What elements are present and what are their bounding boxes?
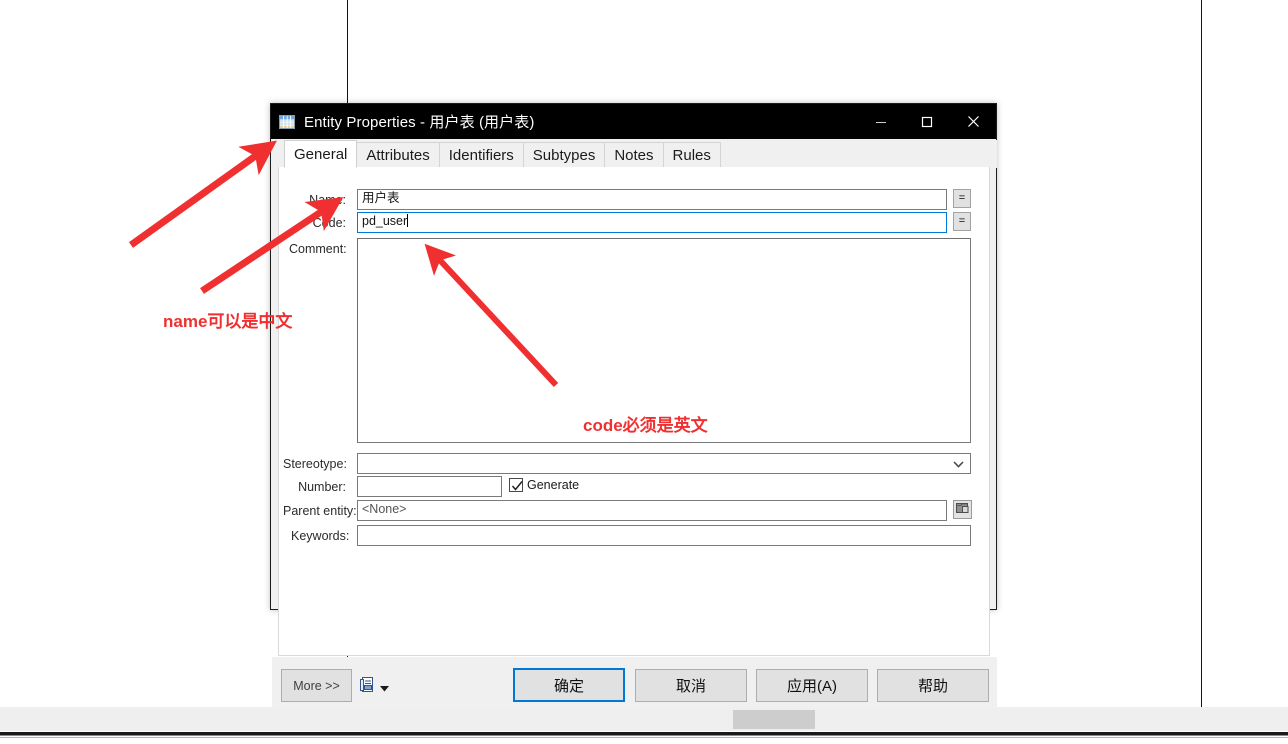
code-label: Code:: [312, 216, 346, 230]
tab-attributes-label: Attributes: [366, 147, 430, 164]
generate-checkbox[interactable]: [509, 478, 523, 492]
folder-browse-icon: [956, 501, 969, 519]
close-button[interactable]: [950, 104, 996, 139]
table-grid-icon: [279, 114, 295, 130]
parent-entity-browse-button[interactable]: [953, 500, 972, 519]
help-button[interactable]: 帮助: [877, 669, 989, 702]
generate-label: Generate: [527, 478, 580, 492]
tab-rules-label: Rules: [672, 147, 711, 164]
generate-checkbox-row[interactable]: Generate: [509, 478, 579, 492]
more-button-label: More >>: [293, 678, 340, 693]
tab-notes[interactable]: Notes: [604, 142, 664, 168]
ok-button-label: 确定: [553, 677, 584, 695]
tab-identifiers-label: Identifiers: [448, 147, 514, 164]
tab-attributes[interactable]: Attributes: [356, 142, 440, 168]
minimize-button[interactable]: [858, 104, 904, 139]
stereotype-combobox[interactable]: [357, 453, 971, 474]
scroll-thumb[interactable]: [733, 710, 815, 729]
window-bottom-edge-shadow: [0, 737, 1288, 738]
tab-general-label: General: [294, 146, 348, 163]
code-equals-label: =: [958, 215, 966, 227]
code-equals-button[interactable]: =: [953, 212, 971, 231]
scroll-track[interactable]: [0, 707, 1288, 731]
annotation-code-note: code必须是英文: [583, 416, 708, 435]
keywords-label: Keywords:: [291, 529, 350, 543]
help-button-label: 帮助: [917, 678, 948, 695]
chevron-down-icon[interactable]: [380, 679, 389, 697]
keywords-input[interactable]: [357, 525, 971, 546]
cancel-button-label: 取消: [675, 678, 706, 695]
window-controls: [858, 104, 996, 139]
parent-entity-value: <None>: [362, 502, 407, 516]
comment-label: Comment:: [289, 242, 347, 256]
chevron-down-icon: [953, 455, 964, 473]
cancel-button[interactable]: 取消: [635, 669, 747, 702]
parent-entity-label: Parent entity:: [283, 504, 357, 518]
code-input-value: pd_user: [362, 214, 408, 228]
horizontal-scrollbar[interactable]: [0, 707, 1288, 744]
stereotype-label: Stereotype:: [283, 457, 347, 471]
tab-list: General Attributes Identifiers Subtypes …: [284, 140, 721, 168]
name-equals-button[interactable]: =: [953, 189, 971, 208]
name-input-value: 用户表: [362, 191, 400, 205]
entity-properties-dialog: Entity Properties - 用户表 (用户表) General At…: [270, 103, 997, 710]
tab-subtypes[interactable]: Subtypes: [522, 142, 606, 168]
name-input[interactable]: 用户表: [357, 189, 947, 210]
tab-rules[interactable]: Rules: [662, 142, 721, 168]
apply-button-label: 应用(A): [787, 678, 837, 695]
screen: Entity Properties - 用户表 (用户表) General At…: [0, 0, 1288, 744]
parent-entity-input[interactable]: <None>: [357, 500, 947, 521]
page-edge-right: [1201, 0, 1202, 707]
tab-general[interactable]: General: [284, 140, 358, 168]
dialog-title: Entity Properties - 用户表 (用户表): [304, 114, 535, 131]
minimize-icon: [876, 121, 886, 123]
report-menu-button[interactable]: [360, 677, 389, 698]
dialog-footer: More >> 确定 取消 应用(A) 帮助: [272, 657, 997, 710]
apply-button[interactable]: 应用(A): [756, 669, 868, 702]
number-label: Number:: [298, 480, 346, 494]
tab-strip: General Attributes Identifiers Subtypes …: [272, 140, 997, 168]
ok-button[interactable]: 确定: [513, 668, 625, 702]
code-input[interactable]: pd_user: [357, 212, 947, 233]
text-caret: [407, 214, 409, 227]
report-list-icon: [360, 677, 374, 698]
annotation-name-note: name可以是中文: [163, 312, 293, 331]
dialog-titlebar[interactable]: Entity Properties - 用户表 (用户表): [271, 104, 996, 139]
number-input[interactable]: [357, 476, 502, 497]
more-button[interactable]: More >>: [281, 669, 352, 702]
window-bottom-edge: [0, 732, 1288, 736]
tab-identifiers[interactable]: Identifiers: [438, 142, 524, 168]
name-label: Name:: [309, 193, 346, 207]
tab-notes-label: Notes: [614, 147, 654, 164]
tab-subtypes-label: Subtypes: [532, 147, 596, 164]
name-equals-label: =: [958, 192, 966, 204]
maximize-button[interactable]: [904, 104, 950, 139]
close-icon: [967, 116, 979, 127]
checkmark-icon: [511, 481, 523, 491]
maximize-icon: [921, 116, 933, 127]
arrow-to-general-tab: [128, 140, 277, 248]
